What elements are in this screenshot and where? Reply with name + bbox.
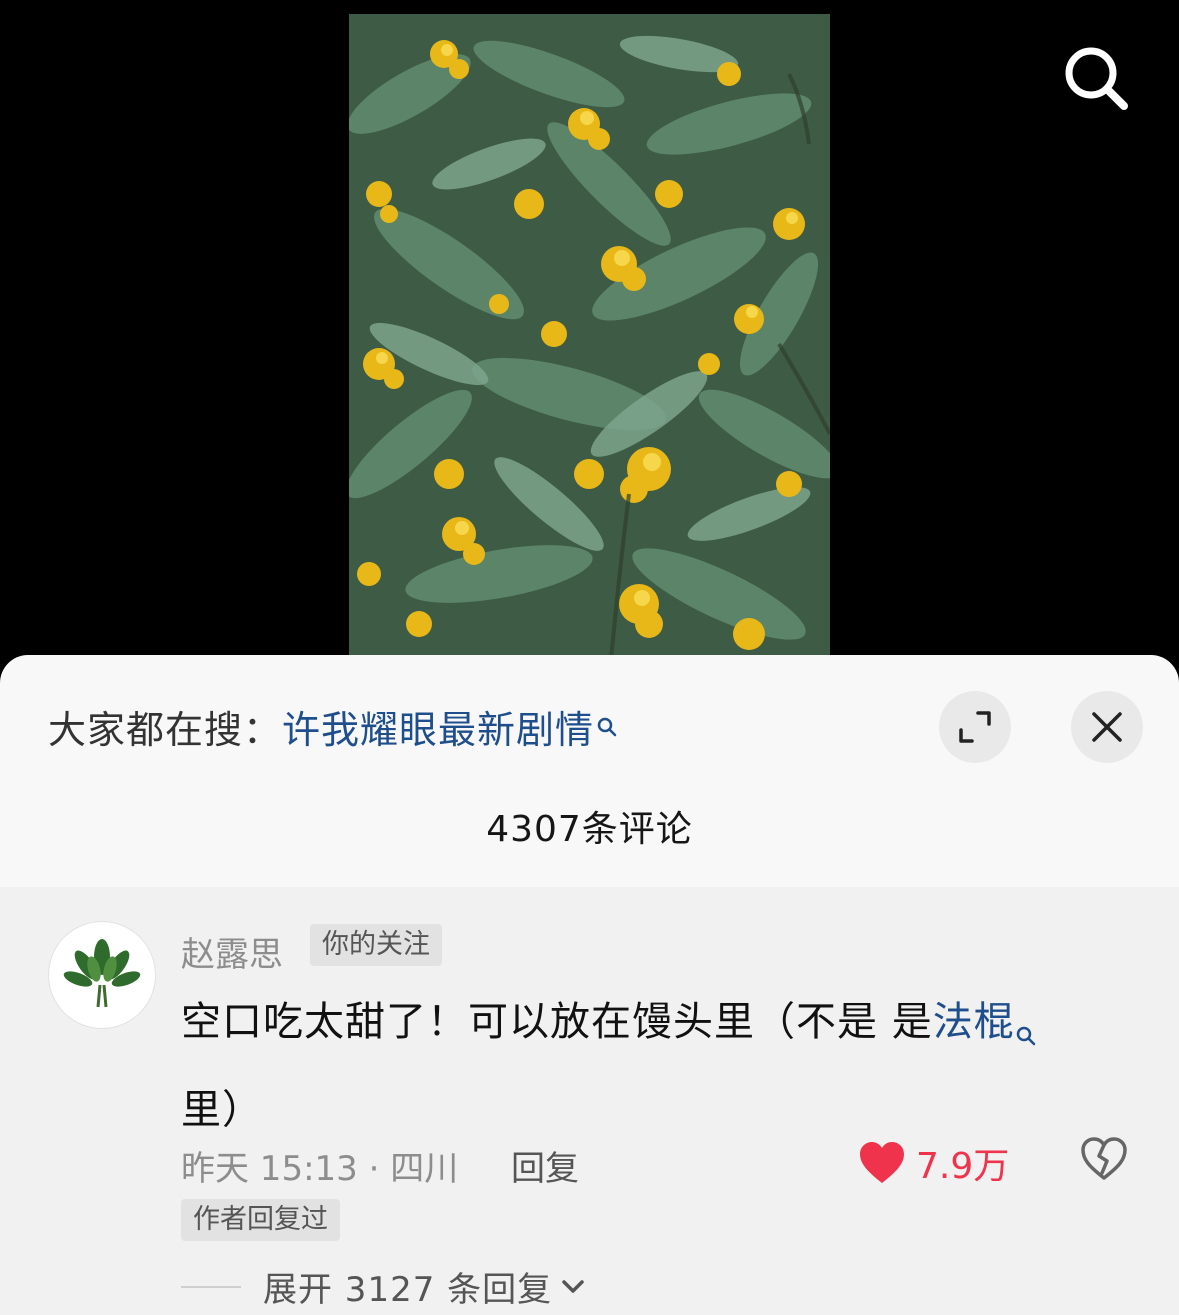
expand-replies-button[interactable]: 展开 3127 条回复 [181,1262,586,1311]
search-icon [596,703,618,747]
dislike-button[interactable] [1080,1137,1128,1185]
trending-keyword-link[interactable]: 许我耀眼最新剧情 [282,708,594,752]
comment-text: 空口吃太甜了！可以放在馒头里（不是 是法棍里） [181,984,1121,1148]
author-replied-tag: 作者回复过 [181,1199,340,1241]
comment-keyword-link[interactable]: 法棍 [933,999,1015,1045]
broken-heart-icon [1081,1137,1127,1180]
video-player[interactable] [0,0,1179,680]
username[interactable]: 赵露思 [181,927,283,976]
avatar[interactable] [48,921,156,1029]
like-button[interactable]: 7.9万 [858,1137,1009,1189]
search-icon [1015,996,1037,1072]
expand-button[interactable] [939,691,1011,763]
comment-sheet: 大家都在搜：许我耀眼最新剧情 4307条评论 赵露思 你的关注 空口吃太甜了！可… [0,655,1179,1315]
search-icon [1065,47,1128,110]
comment-item: 赵露思 你的关注 空口吃太甜了！可以放在馒头里（不是 是法棍里） 昨天 15:1… [0,887,1179,1315]
trending-search[interactable]: 大家都在搜：许我耀眼最新剧情 [48,699,618,754]
heart-icon [860,1142,904,1183]
reply-button[interactable]: 回复 [511,1141,579,1190]
leaf-bouquet-avatar-image [63,939,141,1008]
trending-prefix: 大家都在搜： [48,708,283,752]
close-button[interactable] [1071,691,1143,763]
search-button[interactable] [1058,40,1134,116]
osmanthus-flowers-image [349,14,830,680]
comment-count: 4307条评论 [486,809,693,850]
follow-tag: 你的关注 [310,924,442,966]
like-count: 7.9万 [916,1146,1010,1187]
comment-meta: 昨天 15:13 · 四川 [181,1149,459,1189]
close-icon [1092,712,1122,742]
video-frame[interactable] [349,14,830,680]
comment-text-part: 里） [181,1087,263,1133]
comment-text-part: 空口吃太甜了！可以放在馒头里（不是 是 [181,999,933,1045]
divider [181,1285,241,1288]
expand-replies-label: 展开 3127 条回复 [263,1270,553,1310]
expand-icon [959,711,991,743]
chevron-down-icon [562,1279,584,1293]
